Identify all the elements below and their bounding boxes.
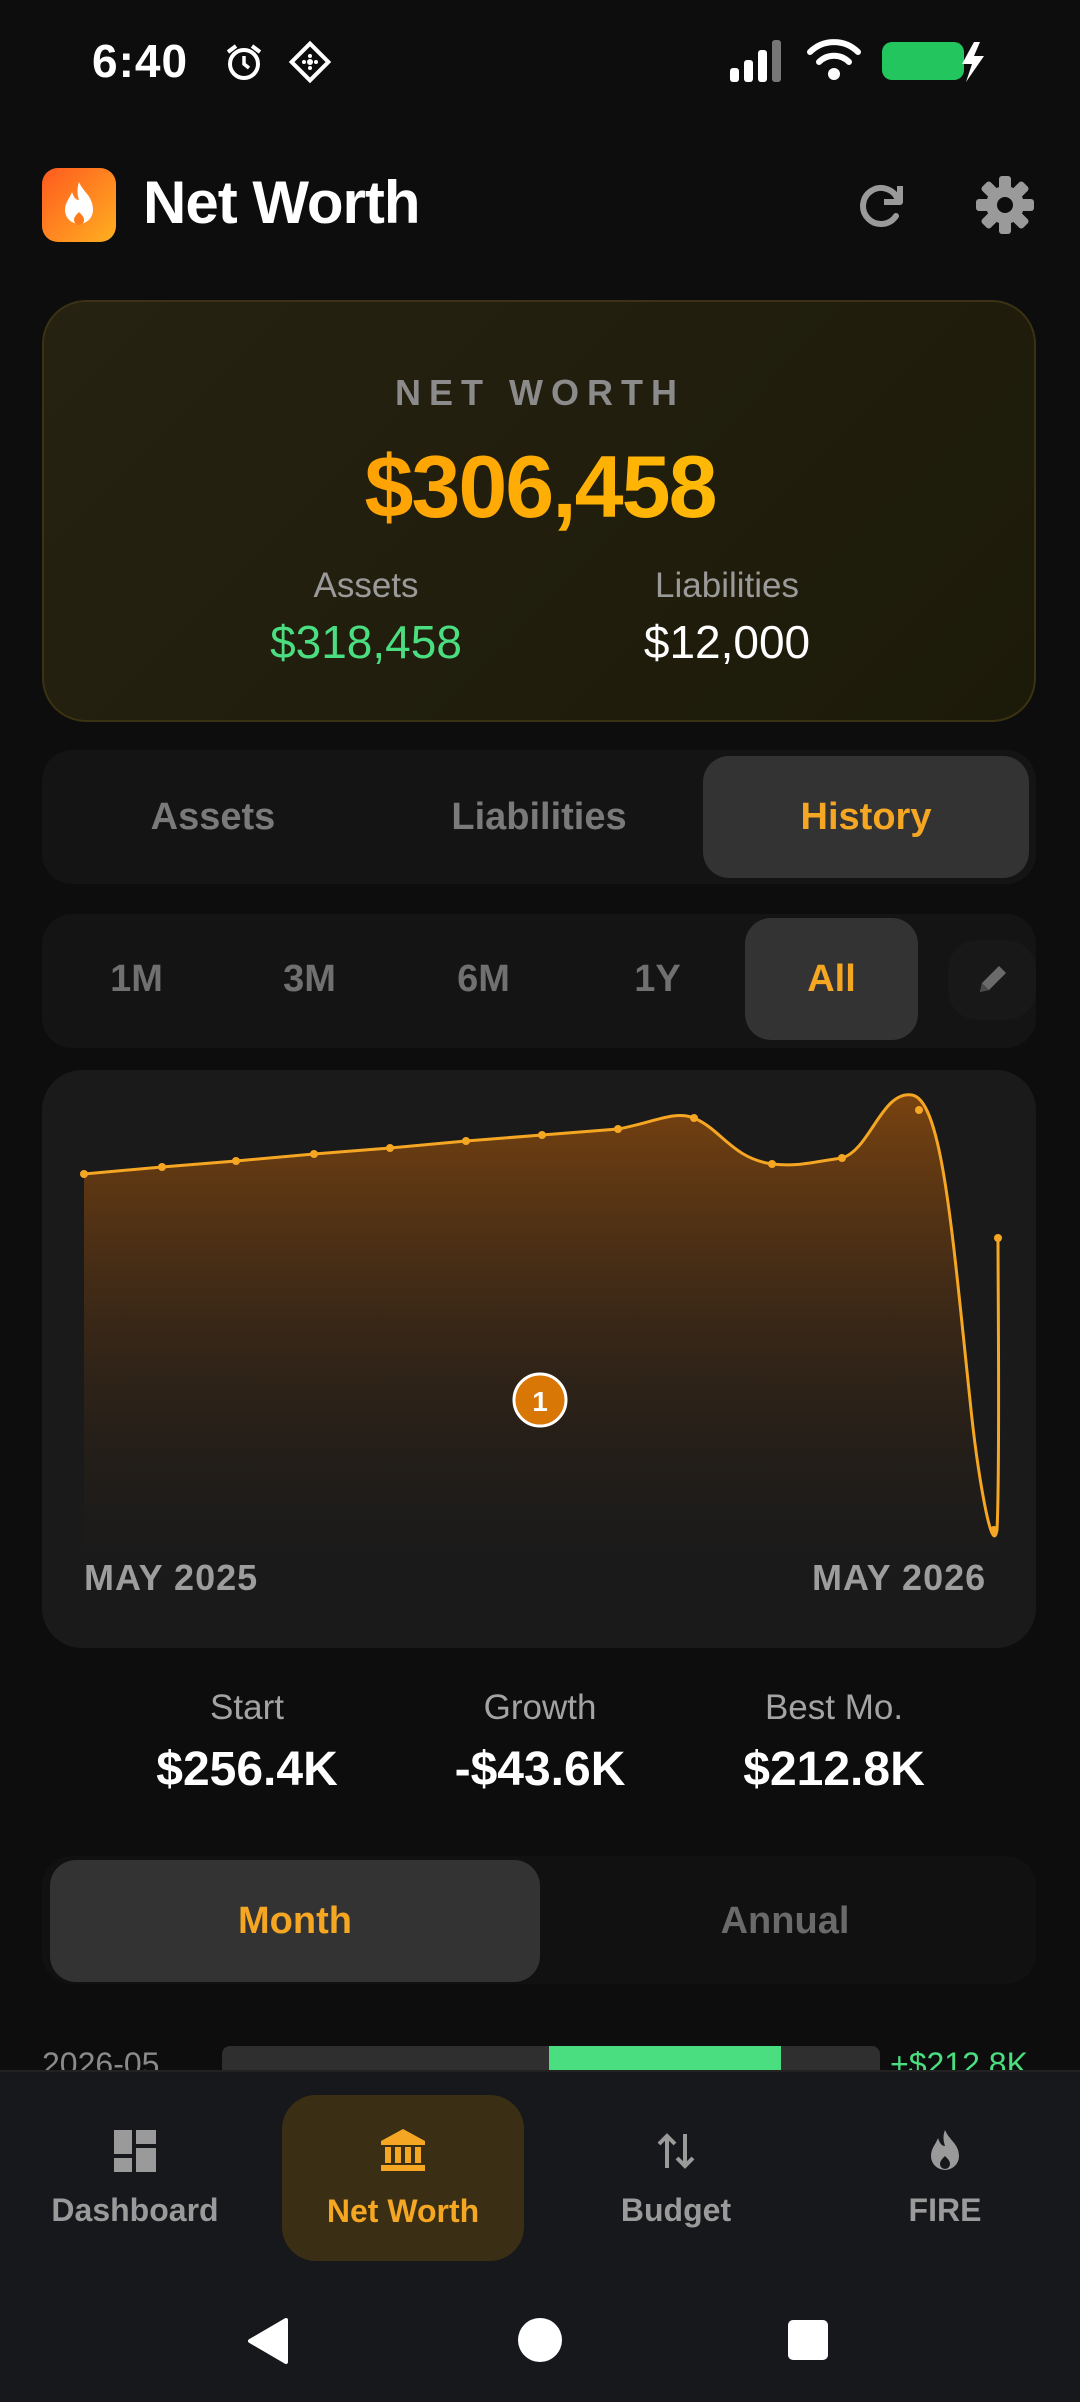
tab-assets[interactable]: Assets	[50, 756, 376, 878]
assets-value: $318,458	[270, 616, 462, 668]
chart-point	[994, 1234, 1002, 1242]
chart-point	[80, 1170, 88, 1178]
dashboard-icon	[114, 2129, 156, 2172]
alarm-icon	[226, 44, 262, 80]
chart-point	[614, 1125, 622, 1133]
range-3m[interactable]: 3M	[223, 918, 396, 1040]
tab-liabilities[interactable]: Liabilities	[376, 756, 702, 878]
nav-dashboard[interactable]: Dashboard	[14, 2095, 256, 2261]
chart-point	[768, 1160, 776, 1168]
wifi-icon	[807, 39, 861, 80]
stat-best-value: $212.8K	[743, 1743, 925, 1796]
transfer-icon	[657, 2132, 695, 2169]
chart-area	[84, 1094, 999, 1570]
liabilities-value: $12,000	[643, 616, 811, 668]
stat-growth-value: -$43.6K	[454, 1743, 626, 1796]
nav-fire-label: FIRE	[908, 2191, 982, 2228]
chart-point	[838, 1154, 846, 1162]
chart-point	[915, 1106, 923, 1114]
bank-icon	[381, 2128, 425, 2171]
chart-point	[538, 1131, 546, 1139]
range-6m[interactable]: 6M	[397, 918, 570, 1040]
nav-budget-label: Budget	[620, 2191, 732, 2228]
app-logo	[42, 168, 116, 242]
chart-point	[158, 1163, 166, 1171]
stat-best-label: Best Mo.	[764, 1688, 904, 1727]
fire-icon	[931, 2129, 959, 2170]
signal-icon	[730, 40, 781, 82]
x-axis-end-label: MAY 2026	[812, 1557, 987, 1598]
settings-gear-icon[interactable]	[970, 170, 1040, 240]
range-all[interactable]: All	[745, 918, 918, 1040]
chart-point	[386, 1144, 394, 1152]
net-worth-label: NET WORTH	[395, 372, 685, 413]
battery-charging-icon	[882, 42, 984, 82]
chart-point	[310, 1150, 318, 1158]
nav-net-worth-label: Net Worth	[326, 2192, 480, 2229]
range-1y[interactable]: 1Y	[571, 918, 744, 1040]
stat-growth-label: Growth	[483, 1688, 597, 1727]
stat-start-label: Start	[210, 1688, 284, 1727]
stat-start-value: $256.4K	[156, 1743, 338, 1796]
toggle-month[interactable]: Month	[50, 1860, 540, 1982]
fire-logo-icon	[65, 182, 93, 225]
app-notification-icon	[288, 40, 332, 84]
chart-point	[232, 1157, 240, 1165]
recents-icon[interactable]	[786, 2318, 830, 2362]
assets-label: Assets	[313, 566, 419, 605]
net-worth-value: $306,458	[0, 436, 1080, 538]
refresh-icon[interactable]	[846, 170, 916, 240]
chart-point	[690, 1114, 698, 1122]
status-time: 6:40	[92, 35, 189, 87]
nav-dashboard-label: Dashboard	[51, 2191, 219, 2228]
range-1m[interactable]: 1M	[50, 918, 223, 1040]
pencil-icon	[980, 966, 1006, 992]
page-title: Net Worth	[143, 169, 421, 236]
home-icon[interactable]	[516, 2316, 564, 2364]
chart-point	[462, 1137, 470, 1145]
nav-budget[interactable]: Budget	[555, 2095, 797, 2261]
toggle-annual[interactable]: Annual	[540, 1860, 1030, 1982]
nav-fire[interactable]: FIRE	[824, 2095, 1066, 2261]
edit-button[interactable]	[948, 940, 1036, 1020]
tab-history[interactable]: History	[703, 756, 1029, 878]
x-axis-start-label: MAY 2025	[84, 1557, 259, 1598]
nav-net-worth[interactable]: Net Worth	[282, 2095, 524, 2261]
chart-marker-label: 1	[532, 1386, 548, 1417]
back-icon[interactable]	[246, 2316, 290, 2366]
chart-point	[990, 1526, 998, 1534]
liabilities-label: Liabilities	[655, 566, 799, 605]
system-nav-bar	[0, 2300, 1080, 2400]
